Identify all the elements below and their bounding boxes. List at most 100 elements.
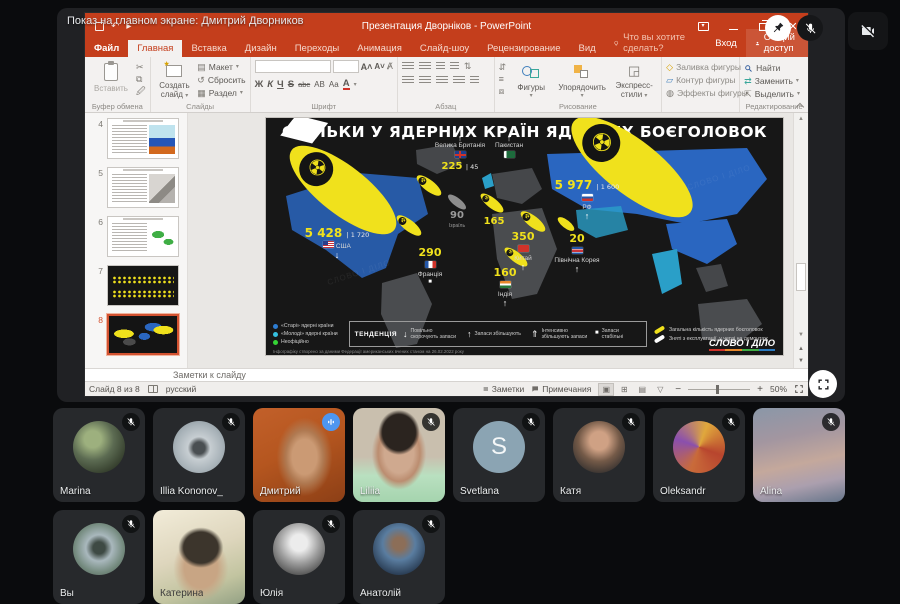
shape-fill-button[interactable]: ◇Заливка фигуры [666, 62, 748, 73]
find-button[interactable]: Найти [744, 63, 800, 74]
arrange-button[interactable]: Упорядочить▾ [556, 60, 608, 101]
align-center-icon[interactable] [419, 76, 431, 85]
minimize-button[interactable] [718, 13, 748, 40]
thumbnail-slide-6[interactable]: 6 [85, 216, 181, 257]
change-case-button[interactable]: Аа [329, 80, 339, 89]
tab-insert[interactable]: Вставка [182, 40, 235, 57]
line-spacing-icon[interactable]: ⇅ [464, 62, 472, 71]
numbering-icon[interactable] [419, 62, 431, 71]
editor-scrollbar[interactable]: ▲ ▼ ▲ ▼ [793, 113, 808, 368]
tab-animations[interactable]: Анимация [348, 40, 411, 57]
strike-button[interactable]: S [288, 79, 294, 90]
participant-tile-yulia[interactable]: Юлія [253, 510, 345, 604]
justify-icon[interactable] [453, 76, 465, 85]
clear-format-icon[interactable]: Ⱥ [387, 62, 393, 71]
font-color-button[interactable]: А [343, 79, 350, 90]
format-painter-icon[interactable]: 🖉 [136, 87, 146, 96]
reset-button[interactable]: ↺Сбросить [197, 75, 245, 86]
zoom-in-button[interactable]: + [757, 384, 763, 395]
pin-button[interactable] [765, 15, 791, 41]
participant-tile-you[interactable]: Вы [53, 510, 145, 604]
normal-view-button[interactable]: ▣ [598, 383, 614, 396]
scroll-down-arrow[interactable]: ▼ [794, 329, 808, 342]
zoom-level[interactable]: 50% [770, 384, 787, 394]
zoom-out-button[interactable]: − [675, 384, 681, 395]
shapes-button[interactable]: Фигуры▾ [509, 60, 553, 101]
participant-tile-alina[interactable]: Alina [753, 408, 845, 502]
shape-outline-button[interactable]: ▱Контур фигуры [666, 75, 748, 86]
participant-tile-oleksandr[interactable]: Oleksandr [653, 408, 745, 502]
thumbnail-slide-5[interactable]: 5 [85, 167, 181, 208]
quick-styles-button[interactable]: ◲ Экспресс- стили ▾ [611, 60, 657, 101]
avatar [673, 421, 725, 473]
font-size-input[interactable] [333, 60, 359, 73]
participant-tile-kateryna[interactable]: Катерина [153, 510, 245, 604]
align-left-icon[interactable] [402, 76, 414, 85]
participant-tile-dmitriy[interactable]: Дмитрий [253, 408, 345, 502]
new-slide-button[interactable]: Создать слайд ▾ [155, 60, 195, 101]
tab-file[interactable]: Файл [85, 40, 128, 57]
grow-font-button[interactable]: А˄ [361, 62, 373, 72]
layout-button[interactable]: ▤Макет▾ [197, 62, 245, 73]
slide-canvas[interactable]: СЛОВО І ДІЛО СЛОВО І ДІЛО СКІЛЬКИ У ЯДЕР… [266, 118, 783, 355]
char-spacing-button[interactable]: АВ [314, 80, 325, 89]
strikethrough-button[interactable]: abc [298, 80, 310, 89]
language-indicator[interactable]: русский [166, 384, 197, 394]
section-button[interactable]: ▦Раздел▾ [197, 88, 245, 99]
decrease-indent-icon[interactable] [436, 62, 445, 71]
slide-thumbnail-panel[interactable]: 4 5 6 7 8 [85, 113, 188, 368]
slide-sorter-view-button[interactable]: ⊞ [616, 383, 632, 396]
tab-view[interactable]: Вид [569, 40, 604, 57]
align-right-icon[interactable] [436, 76, 448, 85]
text-direction-icon[interactable]: ⇵ [499, 63, 507, 72]
proofing-icon[interactable] [148, 385, 158, 393]
shape-effects-button[interactable]: ◍Эффекты фигуры [666, 88, 748, 99]
font-name-input[interactable] [255, 60, 331, 73]
cut-icon[interactable]: ✂ [136, 63, 146, 72]
tab-transitions[interactable]: Переходы [286, 40, 349, 57]
presenter-mic-off-indicator[interactable] [797, 15, 823, 41]
copy-icon[interactable]: ⧉ [136, 75, 146, 84]
bullets-icon[interactable] [402, 62, 414, 71]
slideshow-view-button[interactable]: ▽ [652, 383, 668, 396]
previous-slide-button[interactable]: ▲ [795, 344, 807, 355]
italic-button[interactable]: К [267, 79, 273, 90]
expand-tile-button[interactable] [809, 370, 837, 398]
presentation-tile[interactable]: ↶ ▸ Презентация Дворніков - PowerPoint ▾… [57, 8, 845, 402]
notes-pane[interactable]: Заметки к слайду [85, 368, 808, 381]
align-text-icon[interactable]: ≡ [499, 75, 507, 84]
thumbnail-slide-7[interactable]: 7 [85, 265, 181, 306]
camera-off-indicator[interactable] [848, 12, 888, 50]
participant-tile-illia[interactable]: Illia Kononov_ [153, 408, 245, 502]
replace-button[interactable]: ⇄Заменить▾ [744, 76, 800, 87]
participant-tile-liliia[interactable]: Liliia [353, 408, 445, 502]
reading-view-button[interactable]: ▤ [634, 383, 650, 396]
collapse-ribbon-button[interactable] [795, 101, 804, 110]
smartart-icon[interactable]: ⧈ [499, 87, 507, 96]
scrollbar-thumb[interactable] [796, 263, 806, 291]
tab-slideshow[interactable]: Слайд-шоу [411, 40, 478, 57]
bold-button[interactable]: Ж [255, 79, 264, 90]
notes-toggle-button[interactable]: ≣Заметки [483, 384, 524, 394]
participant-tile-marina[interactable]: Marina [53, 408, 145, 502]
columns-icon[interactable] [470, 76, 479, 85]
scroll-up-arrow[interactable]: ▲ [794, 113, 808, 126]
fit-to-window-button[interactable] [794, 384, 804, 394]
underline-button[interactable]: Ч [277, 79, 284, 90]
participant-tile-anatoliy[interactable]: Анатолій [353, 510, 445, 604]
tab-home[interactable]: Главная [128, 40, 182, 57]
select-button[interactable]: ⇱Выделить▾ [744, 89, 800, 100]
tab-design[interactable]: Дизайн [236, 40, 286, 57]
thumbnail-slide-8[interactable]: 8 [85, 314, 181, 355]
ribbon-display-options-button[interactable]: ▾ [688, 13, 718, 40]
participant-tile-svetlana[interactable]: S Svetlana [453, 408, 545, 502]
tab-review[interactable]: Рецензирование [478, 40, 569, 57]
increase-indent-icon[interactable] [450, 62, 459, 71]
paste-button[interactable]: Вставить [89, 60, 133, 101]
comments-toggle-button[interactable]: Примечания [531, 384, 591, 394]
participant-tile-katya[interactable]: Катя [553, 408, 645, 502]
shrink-font-button[interactable]: А˅ [374, 62, 384, 71]
zoom-slider[interactable] [688, 389, 750, 390]
thumbnail-slide-4[interactable]: 4 [85, 118, 181, 159]
next-slide-button[interactable]: ▼ [795, 356, 807, 367]
